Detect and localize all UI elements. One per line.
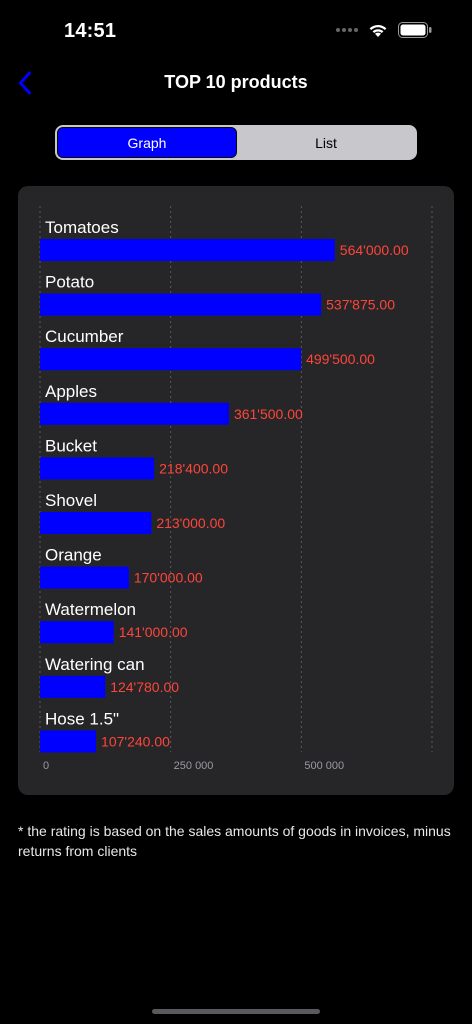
category-label: Cucumber bbox=[45, 327, 124, 346]
bar bbox=[40, 675, 106, 698]
wifi-icon bbox=[369, 24, 387, 37]
segment-graph[interactable]: Graph bbox=[57, 127, 237, 158]
value-label: 499'500.00 bbox=[306, 351, 375, 367]
category-label: Watering can bbox=[45, 655, 145, 674]
value-label: 170'000.00 bbox=[134, 570, 203, 586]
x-tick-label: 0 bbox=[43, 760, 49, 772]
category-label: Shovel bbox=[45, 491, 97, 510]
view-segmented-control: Graph List bbox=[55, 125, 417, 160]
x-tick-label: 250 000 bbox=[174, 760, 214, 772]
category-label: Apples bbox=[45, 382, 97, 401]
value-label: 537'875.00 bbox=[326, 297, 395, 313]
bar bbox=[40, 566, 129, 589]
value-label: 361'500.00 bbox=[234, 406, 303, 422]
cellular-icon bbox=[336, 28, 358, 32]
value-label: 107'240.00 bbox=[101, 733, 170, 749]
value-label: 141'000.00 bbox=[119, 624, 188, 640]
bar bbox=[40, 402, 229, 425]
category-label: Hose 1.5" bbox=[45, 709, 119, 728]
segment-list[interactable]: List bbox=[237, 127, 415, 158]
battery-icon bbox=[398, 22, 432, 38]
category-label: Tomatoes bbox=[45, 218, 119, 237]
bar bbox=[40, 621, 114, 644]
footnote: * the rating is based on the sales amoun… bbox=[18, 823, 451, 859]
category-label: Potato bbox=[45, 273, 94, 292]
chart-card: 0 250 000 500 000 Tomatoes 564'000.00 Potato 5… bbox=[18, 186, 454, 795]
category-label: Watermelon bbox=[45, 600, 136, 619]
bar-chart: 0 250 000 500 000 Tomatoes 564'000.00 Potato 5… bbox=[39, 206, 433, 772]
bar bbox=[40, 730, 97, 753]
screen: 14:51 TOP 10 products Graph List 0 250 00… bbox=[0, 0, 472, 1024]
x-tick-label: 500 000 bbox=[304, 760, 344, 772]
status-icons bbox=[336, 22, 432, 38]
value-label: 564'000.00 bbox=[340, 242, 409, 258]
value-label: 218'400.00 bbox=[159, 460, 228, 476]
value-label: 124'780.00 bbox=[110, 679, 179, 695]
status-time: 14:51 bbox=[64, 20, 117, 42]
home-indicator bbox=[152, 1009, 320, 1014]
bar bbox=[40, 348, 302, 371]
bar bbox=[40, 512, 152, 534]
bar bbox=[40, 239, 335, 261]
value-label: 213'000.00 bbox=[156, 515, 225, 531]
category-label: Orange bbox=[45, 546, 102, 565]
bar bbox=[40, 293, 322, 316]
page-title: TOP 10 products bbox=[164, 72, 308, 92]
bar bbox=[40, 457, 155, 480]
category-label: Bucket bbox=[45, 436, 97, 455]
